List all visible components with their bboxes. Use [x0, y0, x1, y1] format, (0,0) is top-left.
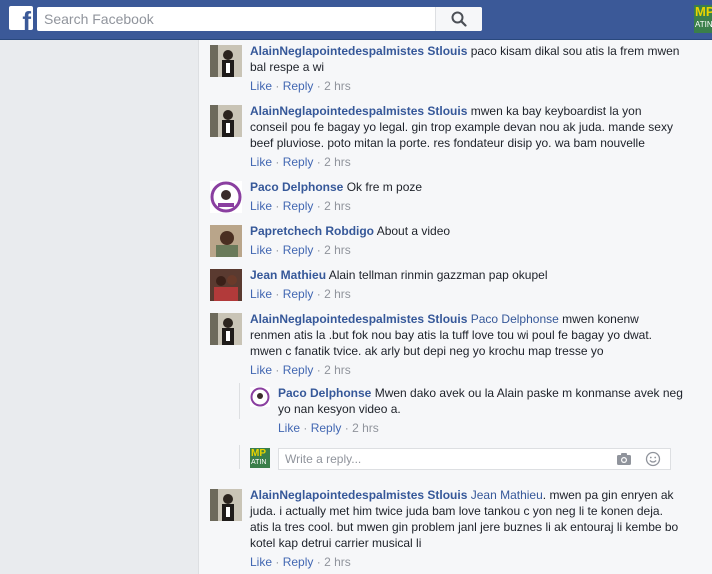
profile-thumbnail-subtext: ATIN [695, 20, 712, 29]
separator: · [275, 79, 280, 93]
comment-author[interactable]: Paco Delphonse [250, 180, 343, 194]
comment-timestamp[interactable]: 2 hrs [324, 199, 351, 213]
like-link[interactable]: Like [250, 243, 272, 257]
reply-composer [278, 448, 671, 470]
facebook-logo-glyph: f [22, 6, 31, 30]
reply-thread-line [239, 383, 240, 419]
like-link[interactable]: Like [250, 287, 272, 301]
comment-body: Jean Mathieu Alain tellman rinmin gazzma… [250, 267, 680, 302]
comment-text: Ok fre m poze [346, 180, 423, 194]
comment-body: Paco Delphonse Ok fre m poze Like · Repl… [250, 179, 680, 214]
comment-timestamp[interactable]: 2 hrs [324, 287, 351, 301]
separator: · [316, 155, 321, 169]
like-link[interactable]: Like [250, 363, 272, 377]
avatar[interactable] [210, 313, 242, 345]
comment-body: Papretchech Robdigo About a video Like ·… [250, 223, 680, 258]
separator: · [316, 363, 321, 377]
comment-body: AlainNeglapointedespalmistes Stlouis mwe… [250, 103, 680, 170]
comment-actions: Like · Reply · 2 hrs [250, 154, 680, 170]
separator: · [303, 421, 308, 435]
comment-author[interactable]: Paco Delphonse [278, 386, 371, 400]
comment-actions: Like · Reply · 2 hrs [250, 554, 680, 570]
separator: · [344, 421, 349, 435]
profile-thumbnail[interactable]: MP ATIN [694, 5, 712, 33]
top-navigation-bar: f MP ATIN [0, 0, 712, 40]
comment-timestamp[interactable]: 2 hrs [324, 363, 351, 377]
separator: · [316, 287, 321, 301]
reply-input[interactable] [279, 449, 605, 469]
comment-timestamp[interactable]: 2 hrs [324, 243, 351, 257]
search-input[interactable] [37, 7, 439, 31]
comment-actions: Like · Reply · 2 hrs [250, 198, 680, 214]
comment-author[interactable]: AlainNeglapointedespalmistes Stlouis [250, 104, 467, 118]
comment-text: About a video [376, 224, 451, 238]
reply-link[interactable]: Reply [283, 555, 314, 569]
separator: · [275, 243, 280, 257]
search-icon [451, 11, 467, 27]
separator: · [316, 199, 321, 213]
current-user-avatar[interactable]: MP ATIN [250, 448, 270, 468]
comment-body: AlainNeglapointedespalmistes Stlouis Jea… [250, 487, 680, 570]
profile-thumbnail-text: MP [695, 5, 712, 19]
avatar[interactable] [210, 269, 242, 301]
avatar[interactable] [250, 387, 270, 407]
camera-icon[interactable] [616, 451, 632, 467]
like-link[interactable]: Like [250, 199, 272, 213]
separator: · [275, 555, 280, 569]
reply-link[interactable]: Reply [311, 421, 342, 435]
comment-actions: Like · Reply · 2 hrs [278, 420, 683, 436]
avatar[interactable] [210, 181, 242, 213]
comment-timestamp[interactable]: 2 hrs [324, 79, 351, 93]
reply-link[interactable]: Reply [283, 155, 314, 169]
reply-thread-line [239, 445, 240, 469]
comment-author[interactable]: AlainNeglapointedespalmistes Stlouis [250, 312, 467, 326]
comment-body: AlainNeglapointedespalmistes Stlouis Pac… [250, 311, 680, 378]
emoji-icon[interactable] [645, 451, 661, 467]
comment-author[interactable]: AlainNeglapointedespalmistes Stlouis [250, 488, 467, 502]
comment-body: Paco Delphonse Mwen dako avek ou la Alai… [278, 385, 683, 436]
separator: · [316, 243, 321, 257]
separator: · [275, 363, 280, 377]
reply-link[interactable]: Reply [283, 363, 314, 377]
reply-link[interactable]: Reply [283, 243, 314, 257]
reply-link[interactable]: Reply [283, 79, 314, 93]
current-user-avatar-subtext: ATIN [251, 459, 267, 466]
like-link[interactable]: Like [250, 79, 272, 93]
comment-timestamp[interactable]: 2 hrs [352, 421, 379, 435]
like-link[interactable]: Like [250, 155, 272, 169]
reply-link[interactable]: Reply [283, 199, 314, 213]
comment-actions: Like · Reply · 2 hrs [250, 242, 680, 258]
separator: · [275, 287, 280, 301]
comment-timestamp[interactable]: 2 hrs [324, 155, 351, 169]
comment-author[interactable]: Jean Mathieu [250, 268, 326, 282]
comment-actions: Like · Reply · 2 hrs [250, 286, 680, 302]
facebook-logo[interactable]: f [9, 6, 33, 30]
separator: · [316, 555, 321, 569]
comment-actions: Like · Reply · 2 hrs [250, 362, 680, 378]
current-user-avatar-text: MP [251, 448, 266, 459]
comment-author[interactable]: Papretchech Robdigo [250, 224, 374, 238]
avatar[interactable] [210, 225, 242, 257]
avatar[interactable] [210, 489, 242, 521]
avatar[interactable] [210, 105, 242, 137]
separator: · [275, 199, 280, 213]
comment-author[interactable]: AlainNeglapointedespalmistes Stlouis [250, 44, 467, 58]
comment-body: AlainNeglapointedespalmistes Stlouis pac… [250, 43, 680, 94]
reply-link[interactable]: Reply [283, 287, 314, 301]
mention-tag[interactable]: Jean Mathieu [471, 488, 543, 502]
like-link[interactable]: Like [250, 555, 272, 569]
avatar[interactable] [210, 45, 242, 77]
separator: · [275, 155, 280, 169]
comment-actions: Like · Reply · 2 hrs [250, 78, 680, 94]
like-link[interactable]: Like [278, 421, 300, 435]
separator: · [316, 79, 321, 93]
search-button[interactable] [435, 7, 482, 31]
mention-tag[interactable]: Paco Delphonse [471, 312, 559, 326]
comment-timestamp[interactable]: 2 hrs [324, 555, 351, 569]
search-bar [37, 7, 482, 31]
comment-text: Alain tellman rinmin gazzman pap okupel [328, 268, 548, 282]
